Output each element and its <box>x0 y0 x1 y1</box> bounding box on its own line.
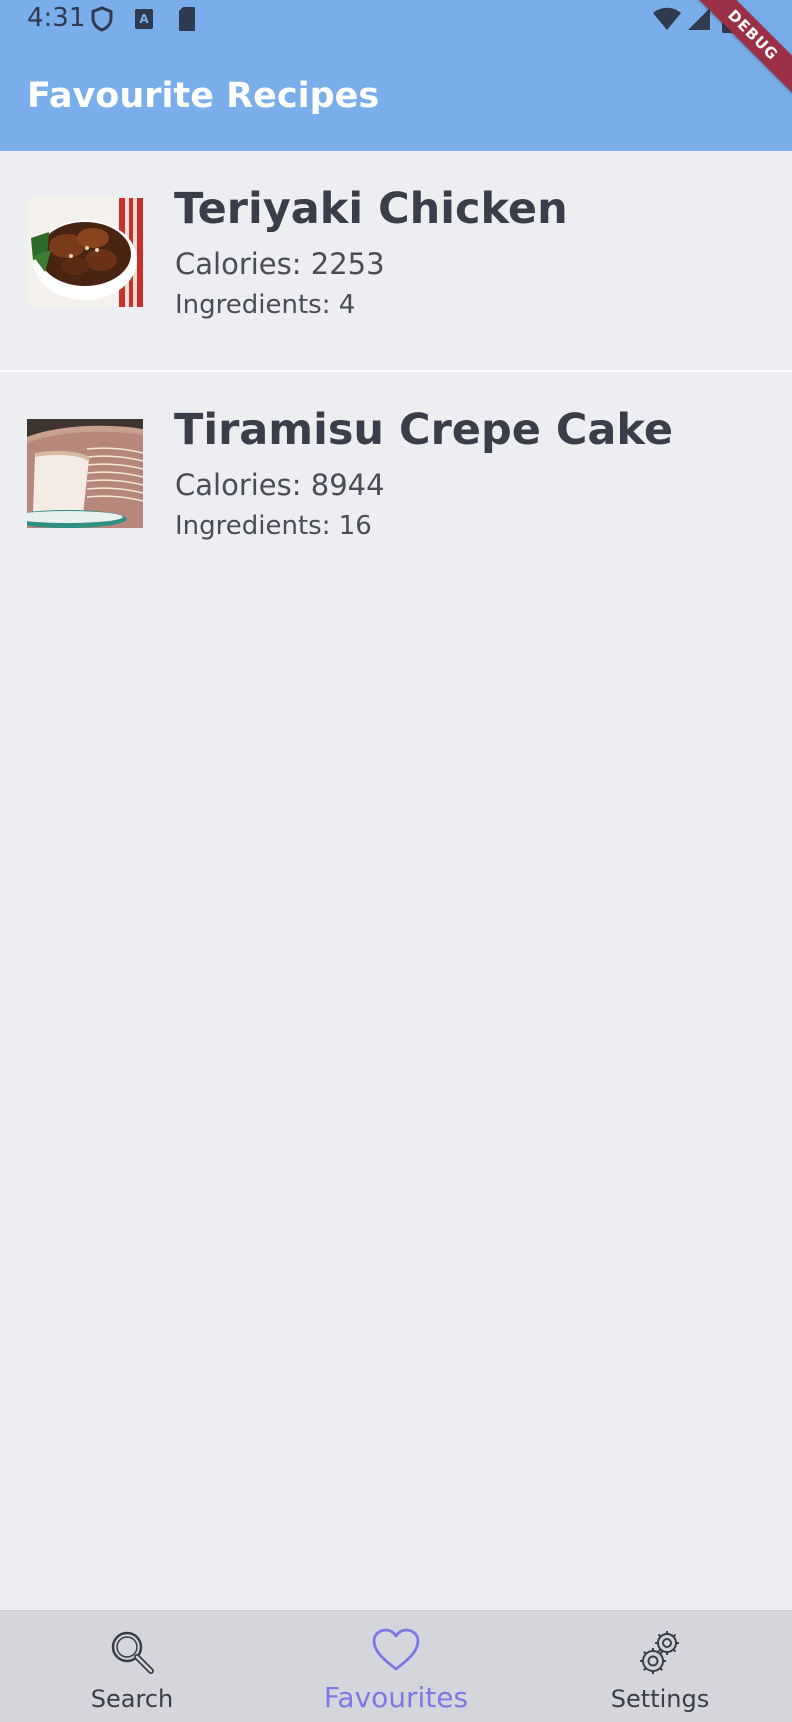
shield-icon <box>91 6 113 36</box>
status-bar: 4:31 A <box>0 0 792 40</box>
page-title: Favourite Recipes <box>27 76 380 116</box>
app-bar: 4:31 A DEBUG Favourite Recipes <box>0 0 792 151</box>
svg-text:A: A <box>139 12 149 26</box>
bottom-navigation: Search Favourites Settings <box>0 1610 792 1722</box>
nav-item-settings[interactable]: Settings <box>528 1611 792 1722</box>
nav-label: Favourites <box>323 1681 469 1714</box>
gear-icon <box>635 1627 685 1681</box>
sd-card-icon <box>177 6 197 36</box>
a-notification-icon: A <box>134 8 154 34</box>
recipe-calories: Calories: 8944 <box>175 468 385 502</box>
recipe-card[interactable]: Tiramisu Crepe Cake Calories: 8944 Ingre… <box>0 372 792 593</box>
heart-icon <box>371 1627 421 1677</box>
status-time: 4:31 <box>27 3 86 33</box>
recipe-list: Teriyaki Chicken Calories: 2253 Ingredie… <box>0 151 792 593</box>
recipe-calories: Calories: 2253 <box>175 247 385 281</box>
recipe-title: Tiramisu Crepe Cake <box>174 405 674 455</box>
recipe-ingredients: Ingredients: 4 <box>175 290 356 320</box>
recipe-card[interactable]: Teriyaki Chicken Calories: 2253 Ingredie… <box>0 151 792 372</box>
nav-item-favourites[interactable]: Favourites <box>264 1611 528 1722</box>
search-icon <box>107 1627 157 1681</box>
signal-icon <box>686 6 712 36</box>
wifi-icon <box>652 6 682 36</box>
nav-item-search[interactable]: Search <box>0 1611 264 1722</box>
teriyaki-chicken-thumbnail <box>27 198 143 307</box>
tiramisu-crepe-cake-thumbnail <box>27 419 143 528</box>
recipe-ingredients: Ingredients: 16 <box>175 511 372 541</box>
recipe-title: Teriyaki Chicken <box>174 184 568 234</box>
nav-label: Search <box>90 1685 174 1713</box>
nav-label: Settings <box>610 1685 710 1713</box>
